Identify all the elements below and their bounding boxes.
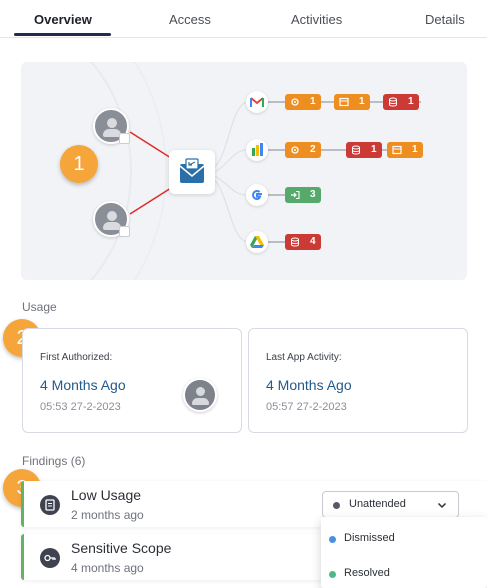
status-dropdown-menu: Dismissed Resolved: [321, 517, 487, 588]
database-icon: [389, 97, 397, 107]
tab-activities[interactable]: Activities: [291, 12, 342, 27]
last-activity-date: 05:57 27-2-2023: [266, 401, 347, 413]
first-authorized-date: 05:53 27-2-2023: [40, 401, 121, 413]
app1-chip-2[interactable]: 1: [334, 94, 370, 110]
window-icon: [339, 97, 349, 107]
status-option-resolved[interactable]: Resolved: [321, 560, 487, 588]
finding-title: Low Usage: [71, 487, 142, 503]
app1-chip-3[interactable]: 1: [383, 94, 419, 110]
last-activity-value: 4 Months Ago: [266, 377, 352, 393]
app3-chip-1[interactable]: 3: [285, 187, 321, 203]
gear-icon: [291, 98, 299, 106]
user-node-2[interactable]: [93, 201, 130, 237]
tab-bar: Overview Access Activities Details: [0, 0, 487, 38]
tab-access[interactable]: Access: [169, 12, 211, 27]
gear-icon: [291, 146, 299, 154]
app4-chip-1[interactable]: 4: [285, 234, 321, 250]
status-dot: [333, 502, 340, 509]
finding-time: 2 months ago: [71, 508, 144, 522]
option-label: Dismissed: [344, 532, 395, 544]
finding-status-select[interactable]: Unattended: [322, 491, 459, 518]
app2-chip-1[interactable]: 2: [285, 142, 321, 158]
user-node-1[interactable]: [93, 108, 130, 144]
google-sheets-icon[interactable]: [246, 139, 268, 161]
tab-overview[interactable]: Overview: [34, 12, 92, 27]
login-icon: [291, 190, 300, 200]
status-selected-value: Unattended: [349, 498, 406, 510]
chevron-down-icon: [437, 502, 447, 509]
app1-chip-1[interactable]: 1: [285, 94, 321, 110]
last-activity-label: Last App Activity:: [266, 352, 342, 363]
gmail-icon[interactable]: [246, 91, 268, 113]
window-icon: [392, 145, 402, 155]
mail-app-icon[interactable]: [169, 150, 215, 194]
document-icon: [40, 495, 60, 515]
dismissed-dot: [329, 536, 336, 543]
app2-chip-3[interactable]: 1: [387, 142, 423, 158]
finding-time: 4 months ago: [71, 561, 144, 575]
key-icon: [40, 548, 60, 568]
avatar[interactable]: [183, 378, 217, 412]
database-icon: [291, 237, 299, 247]
usage-section-label: Usage: [22, 300, 57, 314]
google-icon[interactable]: [246, 184, 268, 206]
first-authorized-label: First Authorized:: [40, 352, 113, 363]
status-option-dismissed[interactable]: Dismissed: [321, 525, 487, 555]
google-drive-icon[interactable]: [246, 231, 268, 253]
findings-section-label: Findings (6): [22, 454, 86, 468]
finding-title: Sensitive Scope: [71, 540, 172, 556]
active-tab-indicator: [14, 33, 111, 36]
step-badge-1: 1: [60, 145, 98, 183]
last-activity-card: Last App Activity: 4 Months Ago 05:57 27…: [248, 328, 468, 433]
tab-details[interactable]: Details: [425, 12, 465, 27]
resolved-dot: [329, 571, 336, 578]
option-label: Resolved: [344, 567, 390, 579]
first-authorized-card: First Authorized: 4 Months Ago 05:53 27-…: [22, 328, 242, 433]
first-authorized-value: 4 Months Ago: [40, 377, 126, 393]
app2-chip-2[interactable]: 1: [346, 142, 382, 158]
database-icon: [352, 145, 360, 155]
